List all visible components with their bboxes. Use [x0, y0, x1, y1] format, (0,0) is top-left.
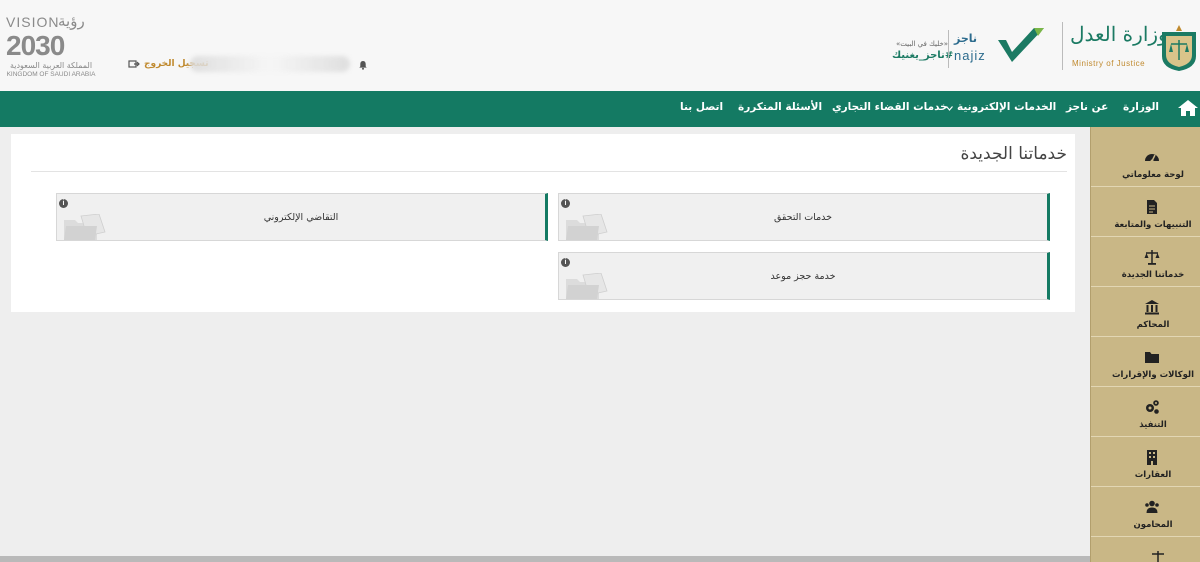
najiz-name-en: najiz: [954, 48, 986, 63]
service-card-e-litigation[interactable]: i التقاضي الإلكتروني: [56, 193, 548, 241]
sidebar-item-label: التنفيذ: [1139, 420, 1167, 430]
service-card-verification[interactable]: i خدمات التحقق: [558, 193, 1050, 241]
user-name-redacted: [190, 56, 350, 72]
vision-country-ar: المملكة العربية السعودية: [9, 61, 93, 70]
vision-2030-logo: VISION رؤية 2030 المملكة العربية السعودي…: [6, 12, 96, 78]
service-card-appointment-booking[interactable]: i خدمة حجز موعد: [558, 252, 1050, 300]
nav-item-e-services[interactable]: الخدمات الإلكترونية: [957, 101, 1056, 113]
info-icon[interactable]: i: [561, 199, 570, 208]
card-label: خدمات التحقق: [773, 212, 833, 223]
najiz-tagline: «خليك في البيت»: [896, 40, 949, 48]
sidebar-item-alerts[interactable]: التنبيهات والمتابعة: [1091, 187, 1200, 237]
vision-title-ar: رؤية: [58, 12, 85, 30]
sidebar-item-lawyers[interactable]: المحامون: [1091, 487, 1200, 537]
moj-name-en: Ministry of Justice: [1072, 59, 1146, 68]
scales-icon: [1152, 551, 1164, 562]
sidebar-item-label: العقارات: [1134, 470, 1172, 480]
nav-item-contact-us[interactable]: اتصل بنا: [680, 101, 723, 113]
card-label: خدمة حجز موعد: [770, 271, 836, 282]
scales-icon: [1144, 250, 1160, 265]
vision-year: 2030: [6, 30, 65, 61]
courthouse-icon: [1145, 300, 1159, 315]
sidebar-item-new-services[interactable]: خدماتنا الجديدة: [1091, 237, 1200, 287]
title-divider: [31, 171, 1067, 172]
horizontal-scrollbar[interactable]: [0, 556, 1090, 562]
ministry-of-justice-logo: وزارة العدل Ministry of Justice: [1062, 18, 1200, 74]
sidebar-item-label: التنبيهات والمتابعة: [1114, 220, 1192, 230]
sidebar-item-courts[interactable]: المحاكم: [1091, 287, 1200, 337]
folder-icon: [1145, 352, 1159, 363]
sidebar-item-label: المحاكم: [1136, 320, 1170, 330]
building-icon: [1147, 450, 1157, 465]
sidebar-item-execution[interactable]: التنفيذ: [1091, 387, 1200, 437]
sidebar-item-dashboard[interactable]: لوحة معلوماتي: [1091, 137, 1200, 187]
gears-icon: [1146, 400, 1159, 414]
vision-title: VISION: [6, 14, 60, 30]
logout-icon: [128, 60, 140, 68]
sidebar-item-label: لوحة معلوماتي: [1122, 170, 1184, 180]
bell-icon[interactable]: [358, 60, 368, 70]
nav-item-ministry[interactable]: الوزارة: [1123, 101, 1159, 113]
nav-item-about-najiz[interactable]: عن ناجز: [1066, 101, 1108, 113]
card-label: التقاضي الإلكتروني: [263, 212, 339, 223]
najiz-divider: [948, 30, 949, 68]
moj-divider: [1062, 22, 1063, 70]
users-icon: [1145, 500, 1159, 513]
home-icon[interactable]: [1177, 98, 1199, 118]
sidebar-item-label: خدماتنا الجديدة: [1121, 270, 1185, 280]
document-icon: [1147, 200, 1157, 214]
new-services-panel: خدماتنا الجديدة i خدمات التحقق i التقاضي…: [11, 134, 1075, 312]
sidebar-item-real-estate[interactable]: العقارات: [1091, 437, 1200, 487]
najiz-logo: «خليك في البيت» #ناجز_يغنيك ناجز najiz: [888, 22, 1048, 72]
najiz-name-ar: ناجز: [954, 32, 978, 45]
sidebar-item-label: المحامون: [1133, 520, 1173, 530]
sidebar-item-label: الوكالات والإقرارات: [1111, 370, 1195, 380]
nav-item-faq[interactable]: الأسئلة المتكررة: [738, 101, 822, 113]
info-icon[interactable]: i: [59, 199, 68, 208]
vision-country-en: KINGDOM OF SAUDI ARABIA: [6, 71, 96, 78]
page-title: خدماتنا الجديدة: [960, 144, 1067, 164]
main-nav: الوزارة عن ناجز الخدمات الإلكترونية خدما…: [0, 91, 1200, 127]
sidebar: لوحة معلوماتي التنبيهات والمتابعة خدماتن…: [1090, 127, 1200, 562]
sidebar-item-agencies[interactable]: الوكالات والإقرارات: [1091, 337, 1200, 387]
najiz-hashtag: #ناجز_يغنيك: [892, 50, 954, 61]
info-icon[interactable]: i: [561, 258, 570, 267]
moj-emblem-icon: [1162, 25, 1196, 71]
site-header: VISION رؤية 2030 المملكة العربية السعودي…: [0, 0, 1200, 91]
najiz-check-icon: [998, 28, 1044, 62]
dashboard-icon: [1145, 154, 1159, 163]
moj-name-ar: وزارة العدل: [1070, 22, 1168, 46]
nav-item-e-services-label: الخدمات الإلكترونية: [957, 101, 1057, 113]
nav-item-commercial-judiciary[interactable]: خدمات القضاء التجاري: [832, 101, 948, 113]
